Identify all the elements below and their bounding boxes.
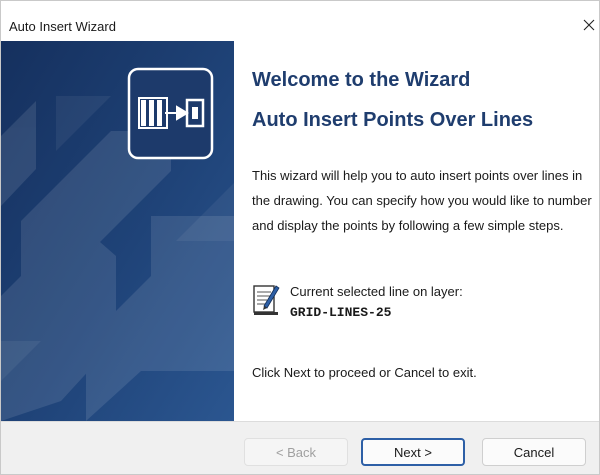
cancel-button[interactable]: Cancel <box>482 438 586 466</box>
wizard-sidebar-banner <box>1 41 234 421</box>
welcome-heading: Welcome to the Wizard <box>252 69 471 91</box>
wizard-window: Auto Insert Wizard Welcome to the Wizard… <box>0 0 600 475</box>
proceed-instruction: Click Next to proceed or Cancel to exit. <box>252 365 477 380</box>
notepad-pencil-icon <box>253 285 280 315</box>
close-icon <box>583 19 595 31</box>
button-bar: < Back Next > Cancel <box>1 421 599 474</box>
layer-info: Current selected line on layer: GRID-LIN… <box>252 279 592 325</box>
wizard-content: Welcome to the Wizard Auto Insert Points… <box>234 41 599 421</box>
wizard-description: This wizard will help you to auto insert… <box>252 168 592 233</box>
back-button[interactable]: < Back <box>244 438 348 466</box>
wizard-subtitle: Auto Insert Points Over Lines <box>252 109 534 131</box>
close-button[interactable] <box>579 11 599 39</box>
next-button[interactable]: Next > <box>361 438 465 466</box>
layer-label: Current selected line on layer: <box>290 284 463 299</box>
wizard-logo-icon <box>127 67 214 160</box>
window-title: Auto Insert Wizard <box>9 19 116 34</box>
layer-name-value: GRID-LINES-25 <box>290 305 392 320</box>
title-bar: Auto Insert Wizard <box>1 1 599 41</box>
